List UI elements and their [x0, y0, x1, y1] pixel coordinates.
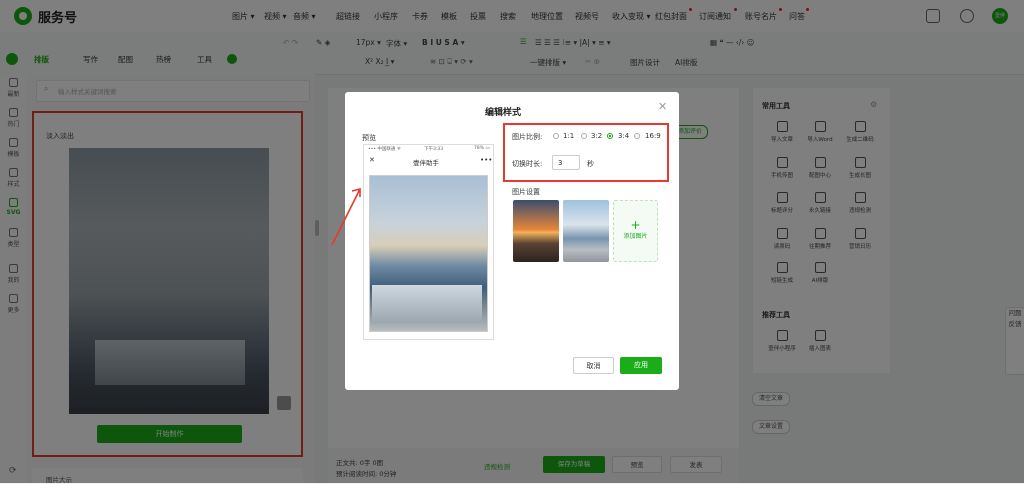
annotation-arrow-icon [331, 187, 361, 246]
phone-battery: 78% ▭ [474, 146, 490, 151]
image-thumbnail[interactable] [513, 200, 559, 262]
phone-close-icon: ✕ [369, 156, 375, 164]
image-settings-label: 图片设置 [512, 188, 540, 196]
ratio-label: 图片比例: [512, 133, 543, 141]
duration-input[interactable]: 3 [552, 155, 580, 170]
cancel-button[interactable]: 取消 [573, 357, 614, 374]
phone-more-icon: ••• [480, 156, 493, 164]
preview-image-building [372, 285, 482, 323]
close-icon[interactable]: ✕ [658, 100, 667, 113]
add-image-label: 添加图片 [623, 233, 648, 240]
plus-icon: + [630, 218, 641, 232]
phone-time: 下午3:33 [424, 147, 444, 152]
duration-label: 切换时长: [512, 160, 543, 168]
duration-unit: 秒 [587, 160, 594, 168]
ratio-radio-3-2[interactable] [581, 133, 587, 139]
dialog-title: 编辑样式 [485, 108, 522, 118]
phone-carrier: ••• 中国联通 ᯤ [368, 147, 401, 152]
ratio-radio-1-1[interactable] [553, 133, 559, 139]
image-thumbnail[interactable] [563, 200, 609, 262]
ratio-label-3-4: 3:4 [618, 132, 630, 140]
apply-button[interactable]: 应用 [620, 357, 662, 374]
ratio-label-16-9: 16:9 [645, 132, 661, 140]
preview-label: 预览 [362, 134, 376, 142]
ratio-label-3-2: 3:2 [591, 132, 603, 140]
phone-title: 壹伴助手 [413, 159, 439, 167]
ratio-radio-16-9[interactable] [634, 133, 640, 139]
ratio-label-1-1: 1:1 [563, 132, 575, 140]
ratio-radio-3-4[interactable] [607, 133, 613, 139]
add-image-button[interactable]: + 添加图片 [613, 200, 658, 262]
